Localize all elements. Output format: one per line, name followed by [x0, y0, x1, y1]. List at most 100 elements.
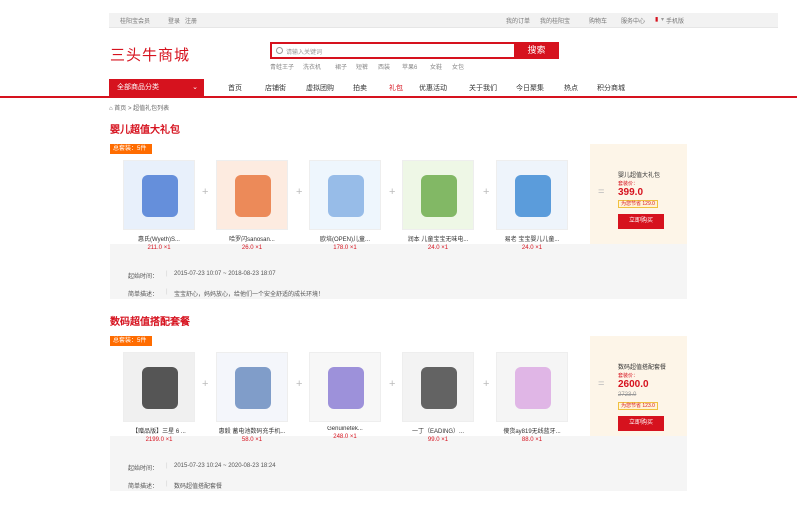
product-name[interactable]: 一丁（EADING）...: [402, 426, 474, 435]
product-name[interactable]: 惠毅 蓄电池数码充手机...: [216, 426, 288, 435]
phone-icon: ▮: [655, 17, 659, 23]
cart-link[interactable]: 购物车: [589, 16, 607, 25]
product-name[interactable]: 哈罗闪sanosan...: [216, 234, 288, 243]
nav-item[interactable]: 店铺街: [265, 83, 286, 93]
product-name[interactable]: 傻货ay819无线蓝牙...: [496, 426, 568, 435]
nav-item[interactable]: 虚拟团购: [306, 83, 334, 93]
product-image[interactable]: [123, 160, 195, 230]
product-name[interactable]: 易老 宝宝婴儿儿童...: [496, 234, 568, 243]
product-price: 178.0 ×1: [333, 245, 357, 251]
product-price: 24.0 ×1: [427, 245, 449, 251]
hot-keyword[interactable]: 女包: [452, 62, 464, 71]
all-categories-button[interactable]: 全部商品分类 ⌄: [109, 79, 204, 96]
product-item[interactable]: 易老 宝宝婴儿儿童... 24.0 ×1: [496, 160, 568, 251]
hot-keyword[interactable]: 苹果6: [402, 62, 417, 71]
my-shop-link[interactable]: 我的桂阳宝: [540, 16, 570, 25]
service-center-link[interactable]: 服务中心: [621, 16, 645, 25]
bundle-summary: = 数码超值搭配套餐 套装价： 2600.0 2723.0 为您节省 123.0 立即购买: [590, 336, 687, 436]
saving-badge: 为您节省 129.0: [618, 200, 658, 208]
nav-item[interactable]: 首页: [228, 83, 242, 93]
mobile-link[interactable]: 手机版: [666, 16, 684, 25]
product-item[interactable]: 惠毅 蓄电池数码充手机... 58.0 ×1: [216, 352, 288, 443]
product-price: 26.0 ×1: [241, 245, 263, 251]
product-item[interactable]: 哈罗闪sanosan... 26.0 ×1: [216, 160, 288, 251]
welcome-text: 桂阳宝会员: [120, 19, 151, 25]
plus-icon: +: [202, 378, 209, 390]
saving-badge: 为您节省 123.0: [618, 402, 658, 410]
plus-icon: +: [296, 186, 303, 198]
plus-icon: +: [389, 186, 396, 198]
plus-icon: +: [296, 378, 303, 390]
bundle-time: 起始时间： | 2015-07-23 10:07 ~ 2018-08-23 18:0…: [128, 271, 276, 280]
home-icon: ⌂: [109, 106, 113, 112]
nav-divider: [0, 96, 797, 98]
product-image[interactable]: [402, 160, 474, 230]
bundle-products: 总套装：5件 【赠品版】三星 6 ... 2199.0 ×1 惠毅 蓄电池数码充手机.…: [110, 336, 590, 443]
product-image[interactable]: [402, 352, 474, 422]
product-price: 99.0 ×1: [427, 437, 449, 443]
product-price: 2199.0 ×1: [145, 437, 173, 443]
hot-keyword[interactable]: 青蛙王子: [270, 62, 294, 71]
product-item[interactable]: 一丁（EADING）... 99.0 ×1: [402, 352, 474, 443]
chevron-down-icon: ▾: [661, 17, 665, 23]
plus-icon: +: [389, 378, 396, 390]
bundle-title: 婴儿超值大礼包: [110, 125, 180, 136]
product-image[interactable]: [496, 352, 568, 422]
plus-icon: +: [202, 186, 209, 198]
original-price: 2723.0: [618, 392, 637, 398]
buy-now-button[interactable]: 立即购买: [618, 416, 664, 431]
login-link[interactable]: 登录: [168, 16, 180, 25]
bundle-card: 总套装：5件 【赠品版】三星 6 ... 2199.0 ×1 惠毅 蓄电池数码充手机.…: [110, 336, 687, 491]
product-image[interactable]: [309, 352, 381, 422]
breadcrumb: ⌂ 首页 > 超值礼包列表: [109, 103, 169, 112]
product-item[interactable]: 惠氏(Wyeth)S... 211.0 ×1: [123, 160, 195, 251]
hot-keyword[interactable]: 短裤: [356, 62, 368, 71]
price-label: 套装价：: [618, 373, 639, 379]
plus-icon: +: [483, 186, 490, 198]
product-name[interactable]: 润本 儿童宝宝无味电...: [402, 234, 474, 243]
product-item[interactable]: 润本 儿童宝宝无味电... 24.0 ×1: [402, 160, 474, 251]
bundle-time: 起始时间： | 2015-07-23 10:24 ~ 2020-08-23 18:2…: [128, 463, 276, 472]
product-item[interactable]: 欧培(OPEN)儿童... 178.0 ×1: [309, 160, 381, 251]
hot-keyword[interactable]: 女鞋: [430, 62, 442, 71]
product-image[interactable]: [309, 160, 381, 230]
product-image[interactable]: [123, 352, 195, 422]
product-price: 24.0 ×1: [521, 245, 543, 251]
product-name[interactable]: 【赠品版】三星 6 ...: [123, 426, 195, 435]
product-item[interactable]: 傻货ay819无线蓝牙... 88.0 ×1: [496, 352, 568, 443]
hot-keyword[interactable]: 裙子: [335, 62, 347, 71]
product-item[interactable]: 【赠品版】三星 6 ... 2199.0 ×1: [123, 352, 195, 443]
product-image[interactable]: [496, 160, 568, 230]
nav-item[interactable]: 积分商城: [597, 83, 625, 93]
all-categories-label: 全部商品分类: [117, 84, 159, 91]
product-name[interactable]: Genuinetek...: [309, 426, 381, 432]
product-image[interactable]: [216, 160, 288, 230]
register-link[interactable]: 注册: [185, 16, 197, 25]
search-input[interactable]: 请输入关键词: [286, 47, 322, 56]
nav-item[interactable]: 热点: [564, 83, 578, 93]
price-label: 套装价：: [618, 181, 639, 187]
product-name[interactable]: 欧培(OPEN)儿童...: [309, 234, 381, 243]
equals-icon: =: [598, 378, 605, 390]
nav-item[interactable]: 今日聚集: [516, 83, 544, 93]
product-item[interactable]: Genuinetek... 248.0 ×1: [309, 352, 381, 440]
nav-item[interactable]: 拍卖: [353, 83, 367, 93]
product-name[interactable]: 惠氏(Wyeth)S...: [123, 234, 195, 243]
buy-now-button[interactable]: 立即购买: [618, 214, 664, 229]
nav-item[interactable]: 优惠活动: [419, 83, 447, 93]
bundle-price: 2600.0: [618, 379, 649, 390]
bundle-description: 简单描述： | 宝宝舒心，妈妈放心，给他们一个安全舒适的成长环境！: [128, 289, 325, 298]
product-price: 58.0 ×1: [241, 437, 263, 443]
nav-item[interactable]: 礼包: [389, 83, 403, 93]
hot-keyword[interactable]: 西装: [378, 62, 390, 71]
bundle-description: 简单描述： | 数码超值搭配套餐: [128, 481, 223, 490]
my-orders-link[interactable]: 我的订单: [506, 16, 530, 25]
search-button[interactable]: 搜索: [514, 42, 559, 59]
site-logo[interactable]: 三头牛商城: [110, 44, 190, 65]
chevron-down-icon: ⌄: [192, 84, 198, 91]
nav-item[interactable]: 关于我们: [469, 83, 497, 93]
bundle-title: 数码超值搭配套餐: [110, 317, 190, 328]
hot-keyword[interactable]: 洗衣机: [303, 62, 321, 71]
equals-icon: =: [598, 186, 605, 198]
product-image[interactable]: [216, 352, 288, 422]
